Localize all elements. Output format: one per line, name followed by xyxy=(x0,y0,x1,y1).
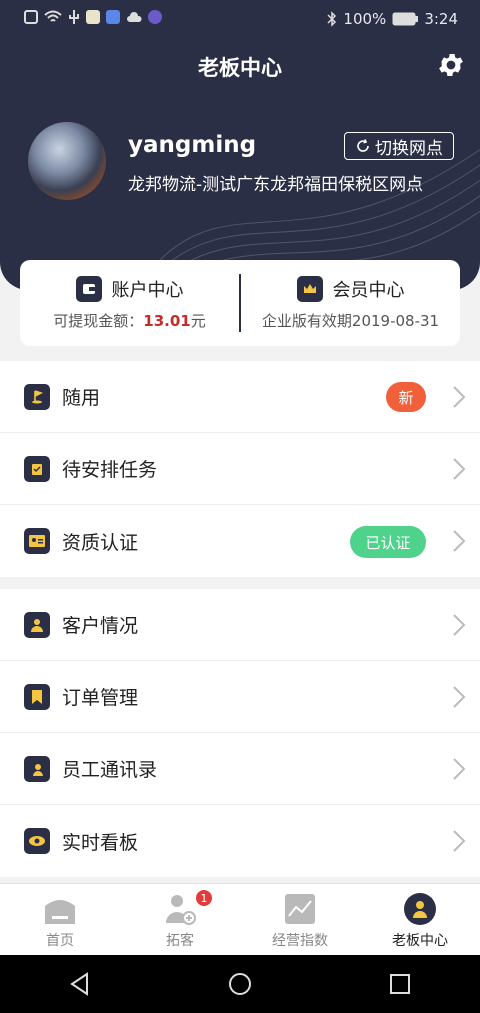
page-title: 老板中心 xyxy=(198,56,282,80)
back-icon[interactable] xyxy=(67,971,93,997)
menu-item-orders[interactable]: 订单管理 xyxy=(0,661,480,733)
tab-label: 经营指数 xyxy=(272,933,328,949)
tab-label: 老板中心 xyxy=(392,933,448,949)
chevron-right-icon xyxy=(453,530,466,552)
switch-branch-label: 切换网点 xyxy=(375,138,443,159)
account-center-card[interactable]: 账户中心 可提现金额：13.01元 xyxy=(20,260,239,346)
bottom-tab-bar: 首页 1 拓客 经营指数 老板中心 xyxy=(0,883,480,955)
flag-icon xyxy=(24,383,50,410)
menu-item-suiyong[interactable]: 随用 新 xyxy=(0,361,480,433)
menu-item-label: 随用 xyxy=(62,387,101,409)
home-circle-icon[interactable] xyxy=(227,971,253,997)
user-icon xyxy=(24,611,50,638)
menu-item-label: 资质认证 xyxy=(62,531,139,554)
maps-icon xyxy=(86,10,100,24)
battery-icon xyxy=(392,12,419,26)
chevron-right-icon xyxy=(453,758,466,780)
clock: 3:24 xyxy=(424,10,458,28)
balance-unit: 元 xyxy=(190,311,206,330)
eye-icon xyxy=(24,828,50,854)
home-icon xyxy=(45,900,75,924)
usb-icon xyxy=(69,10,79,24)
wifi-icon xyxy=(44,10,62,22)
menu-item-label: 客户情况 xyxy=(62,615,139,637)
wallet-icon xyxy=(75,275,102,302)
boss-icon xyxy=(404,893,436,925)
system-nav-bar xyxy=(0,955,480,1013)
chevron-right-icon xyxy=(453,458,466,480)
task-icon xyxy=(24,455,50,482)
account-center-label: 账户中心 xyxy=(111,279,184,301)
avatar[interactable] xyxy=(28,122,106,200)
member-center-card[interactable]: 会员中心 企业版有效期2019-08-31 xyxy=(241,260,460,346)
cloud-icon xyxy=(127,12,142,22)
contacts-icon xyxy=(24,755,50,782)
notification-icon xyxy=(24,10,38,24)
membership-validity: 企业版有效期2019-08-31 xyxy=(261,311,440,330)
chevron-right-icon xyxy=(453,830,466,852)
add-user-icon xyxy=(166,895,196,925)
menu-item-customers[interactable]: 客户情况 xyxy=(0,589,480,661)
menu-item-pending-tasks[interactable]: 待安排任务 xyxy=(0,433,480,505)
battery-percent: 100% xyxy=(343,10,387,28)
tab-boss-center[interactable]: 老板中心 xyxy=(360,884,480,955)
menu-group-1: 随用 新 待安排任务 资质认证 已认证 xyxy=(0,361,480,577)
verified-badge: 已认证 xyxy=(350,526,426,558)
tab-label: 首页 xyxy=(46,933,74,949)
menu-group-2: 客户情况 订单管理 员工通讯录 实时看板 xyxy=(0,589,480,877)
menu-item-label: 实时看板 xyxy=(62,831,139,854)
tab-business-index[interactable]: 经营指数 xyxy=(240,884,360,955)
menu-item-label: 订单管理 xyxy=(62,687,139,709)
crown-icon xyxy=(296,275,323,302)
new-badge: 新 xyxy=(386,382,426,412)
status-bar: 100% 3:24 xyxy=(0,0,480,40)
menu-item-label: 待安排任务 xyxy=(62,459,158,481)
chevron-right-icon xyxy=(453,686,466,708)
username: yangming xyxy=(128,132,257,158)
switch-branch-button[interactable]: 切换网点 xyxy=(344,132,454,160)
menu-item-staff-contacts[interactable]: 员工通讯录 xyxy=(0,733,480,805)
tab-acquire-customers[interactable]: 1 拓客 xyxy=(120,884,240,955)
chart-icon xyxy=(285,894,315,924)
chevron-right-icon xyxy=(453,386,466,408)
bookmark-icon xyxy=(24,683,50,710)
tab-home[interactable]: 首页 xyxy=(0,884,120,955)
gear-icon[interactable] xyxy=(436,50,466,80)
id-card-icon xyxy=(24,528,50,554)
header-panel: 100% 3:24 老板中心 yangming 切换网点 龙邦物流-测试广东龙邦… xyxy=(0,0,480,290)
menu-item-qualification[interactable]: 资质认证 已认证 xyxy=(0,505,480,577)
menu-item-label: 员工通讯录 xyxy=(62,759,158,781)
refresh-icon xyxy=(357,139,369,152)
summary-cards: 账户中心 可提现金额：13.01元 会员中心 企业版有效期2019-08-31 xyxy=(20,260,460,346)
chevron-right-icon xyxy=(453,614,466,636)
balance-label: 可提现金额： xyxy=(53,311,144,330)
branch-name: 龙邦物流-测试广东龙邦福田保税区网点 xyxy=(128,175,424,195)
baidu-icon xyxy=(106,10,120,24)
recents-icon[interactable] xyxy=(387,971,413,997)
member-center-label: 会员中心 xyxy=(332,279,405,301)
balance-value: 13.01 xyxy=(143,311,191,330)
bluetooth-icon xyxy=(327,11,337,27)
app-icon xyxy=(148,10,162,24)
tab-label: 拓客 xyxy=(166,933,194,949)
menu-item-live-dashboard[interactable]: 实时看板 xyxy=(0,805,480,877)
notification-badge: 1 xyxy=(196,890,212,906)
